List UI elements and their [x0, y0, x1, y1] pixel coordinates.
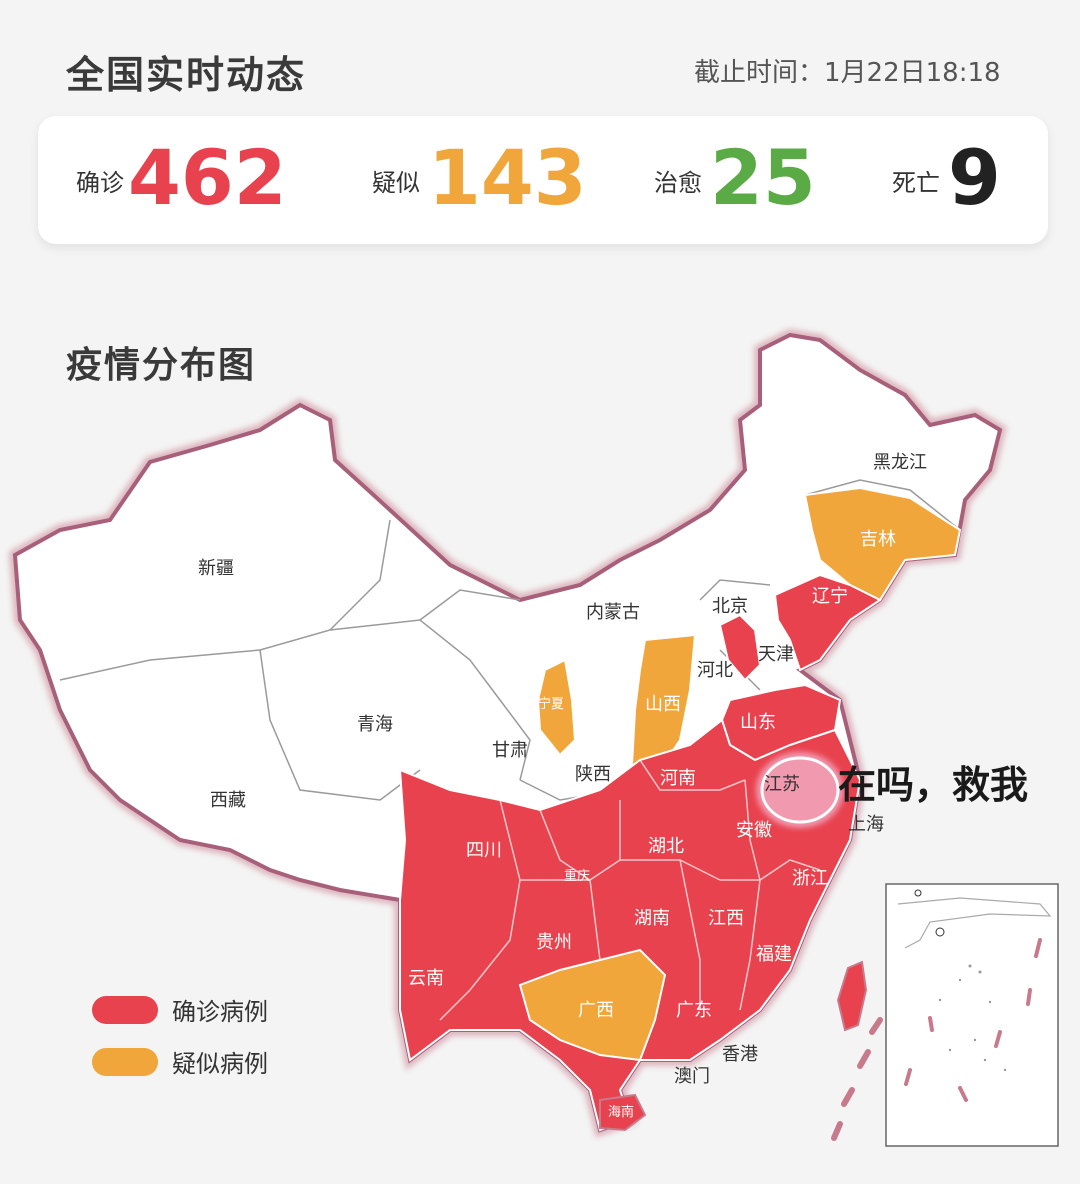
legend-swatch-suspected	[92, 1048, 158, 1076]
page: 全国实时动态 截止时间：1月22日18:18 确诊 462 疑似 143 治愈 …	[0, 0, 1080, 1184]
label-hebei: 河北	[697, 660, 733, 681]
south-china-sea-inset	[885, 883, 1059, 1147]
label-guangdong: 广东	[676, 1000, 712, 1021]
label-hunan: 湖南	[634, 908, 670, 929]
label-fujian: 福建	[756, 944, 792, 965]
overlay-caption: 在吗，救我	[838, 763, 1029, 807]
label-ningxia: 宁夏	[538, 696, 564, 712]
label-shanghai: 上海	[848, 814, 884, 835]
label-chongqing: 重庆	[564, 868, 590, 884]
label-beijing: 北京	[712, 596, 748, 617]
label-qinghai: 青海	[357, 714, 393, 735]
province-taiwan	[836, 960, 868, 1032]
label-xinjiang: 新疆	[198, 558, 234, 579]
label-neimenggu: 内蒙古	[586, 602, 640, 623]
label-heilongjiang: 黑龙江	[873, 452, 927, 473]
legend-label-suspected: 疑似病例	[172, 1050, 268, 1078]
legend-label-confirmed: 确诊病例	[172, 998, 268, 1026]
legend-item-suspected: 疑似病例	[92, 1042, 312, 1082]
label-zhejiang: 浙江	[792, 868, 828, 889]
label-henan: 河南	[660, 768, 696, 789]
label-hubei: 湖北	[648, 836, 684, 857]
label-yunnan: 云南	[408, 968, 444, 989]
label-aomen: 澳门	[674, 1066, 710, 1087]
nine-dash-line	[831, 1017, 883, 1141]
label-anhui: 安徽	[736, 820, 772, 841]
label-xianggang: 香港	[722, 1044, 758, 1065]
legend-swatch-confirmed	[92, 996, 158, 1024]
label-shandong: 山东	[740, 712, 776, 733]
label-jiangsu: 江苏	[764, 774, 800, 795]
label-xizang: 西藏	[210, 790, 246, 811]
label-tianjin: 天津	[758, 644, 794, 665]
label-shaanxi: 陕西	[575, 764, 611, 785]
label-guizhou: 贵州	[536, 932, 572, 953]
label-shanxi: 山西	[645, 694, 681, 715]
label-sichuan: 四川	[466, 840, 502, 861]
legend-item-confirmed: 确诊病例	[92, 990, 312, 1030]
label-jilin: 吉林	[860, 529, 896, 550]
label-gansu: 甘肃	[492, 740, 528, 761]
label-jiangxi: 江西	[708, 908, 744, 929]
label-liaoning: 辽宁	[812, 586, 848, 607]
label-guangxi: 广西	[578, 1000, 614, 1021]
label-hainan: 海南	[608, 1104, 634, 1120]
